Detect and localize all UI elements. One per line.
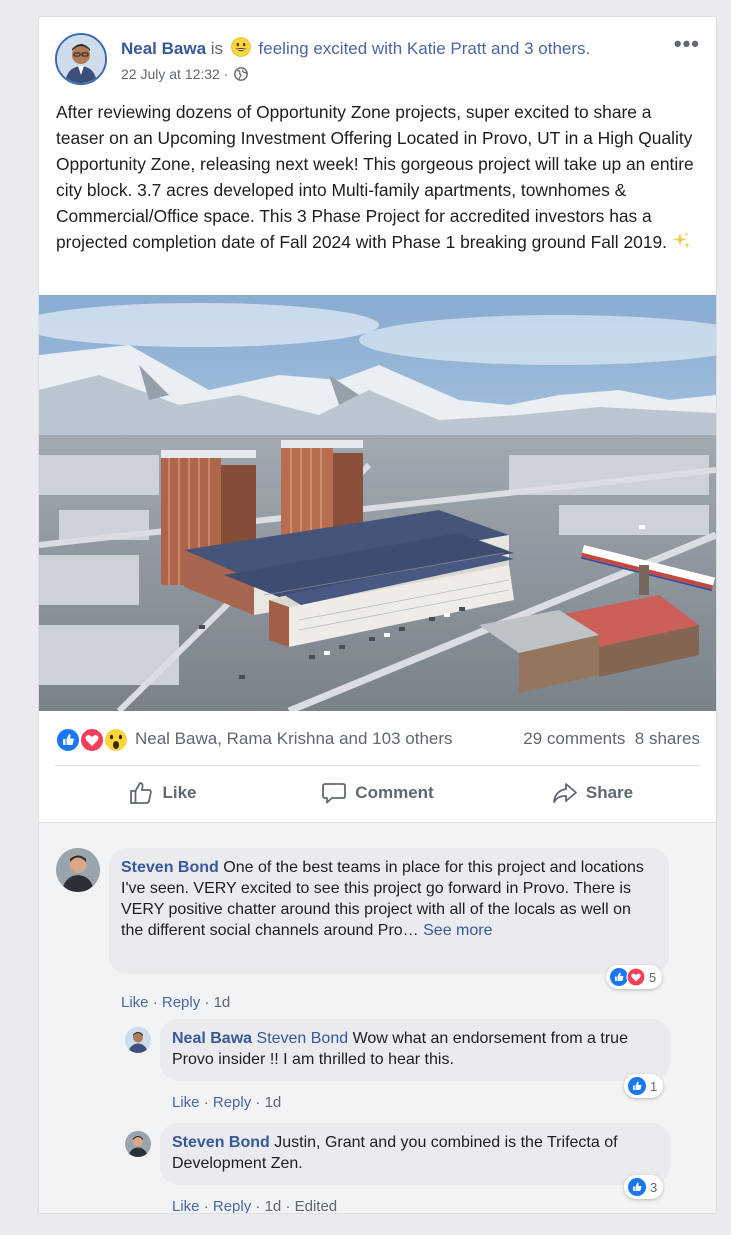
feeling-text: feeling excited with xyxy=(258,39,403,58)
post-timestamp[interactable]: 22 July at 12:32 xyxy=(121,66,220,82)
reply-reaction-count: 1 xyxy=(650,1078,658,1094)
engagement-counts: 29 comments 8 shares xyxy=(523,728,700,750)
like-reaction-icon xyxy=(628,1178,646,1196)
summary-divider xyxy=(55,765,700,766)
meta-separator: · xyxy=(285,1198,291,1214)
person-avatar-icon xyxy=(56,848,100,892)
comment-reply-link[interactable]: Reply xyxy=(162,994,200,1011)
post-photo[interactable] xyxy=(39,295,716,711)
author-name[interactable]: Neal Bawa xyxy=(121,39,206,58)
meta-separator: · xyxy=(255,1198,261,1214)
reply-reactions[interactable]: 3 xyxy=(624,1175,664,1199)
reply-age[interactable]: 1d xyxy=(265,1094,282,1111)
sparkles-icon xyxy=(672,232,691,249)
shares-count[interactable]: 8 shares xyxy=(635,729,700,748)
post-body: After reviewing dozens of Opportunity Zo… xyxy=(56,99,696,255)
reply-reactions[interactable]: 1 xyxy=(624,1074,664,1098)
wow-reaction-icon xyxy=(103,727,129,753)
reply-reply-link[interactable]: Reply xyxy=(213,1198,251,1213)
post-meta: 22 July at 12:32 · xyxy=(121,65,249,83)
like-reaction-icon xyxy=(55,727,81,753)
more-options-button[interactable]: ••• xyxy=(674,33,700,55)
reaction-icons[interactable] xyxy=(55,727,135,753)
comments-count[interactable]: 29 comments xyxy=(523,729,625,748)
meta-separator: · xyxy=(204,994,210,1011)
thumbs-up-icon xyxy=(130,782,153,804)
meta-separator: · xyxy=(152,994,158,1011)
comments-section: Steven Bond One of the best teams in pla… xyxy=(39,823,716,1213)
comment-bubble: Steven Bond One of the best teams in pla… xyxy=(109,848,669,974)
reply-reaction-count: 3 xyxy=(650,1179,658,1195)
speech-bubble-icon xyxy=(322,783,347,804)
like-button[interactable]: Like xyxy=(55,772,270,814)
reply-edited-label[interactable]: Edited xyxy=(295,1198,338,1213)
person-avatar-icon xyxy=(125,1131,151,1157)
comment-reaction-count: 5 xyxy=(649,969,657,985)
comment-button[interactable]: Comment xyxy=(270,772,485,814)
reply-meta: Like · Reply · 1d · Edited xyxy=(172,1198,338,1214)
tagged-others-link[interactable]: 3 others. xyxy=(524,39,590,58)
reply-like-link[interactable]: Like xyxy=(172,1198,200,1213)
meta-separator: · xyxy=(255,1094,261,1111)
post-actions: Like Comment Share xyxy=(55,772,700,814)
post-body-text: After reviewing dozens of Opportunity Zo… xyxy=(56,102,694,252)
share-label: Share xyxy=(585,783,634,802)
reply-author[interactable]: Neal Bawa xyxy=(172,1030,252,1047)
meta-separator: · xyxy=(203,1094,209,1111)
comment-label: Comment xyxy=(355,783,434,802)
reply-bubble: Neal Bawa Steven Bond Wow what an endors… xyxy=(160,1019,670,1081)
like-reaction-icon xyxy=(628,1077,646,1095)
reply-like-link[interactable]: Like xyxy=(172,1094,200,1111)
comment-meta: Like · Reply · 1d xyxy=(121,994,230,1012)
author-line: Neal Bawa is feeling excited with Katie … xyxy=(121,37,590,60)
meta-separator: · xyxy=(203,1198,209,1214)
reply-meta: Like · Reply · 1d xyxy=(172,1094,281,1112)
comment-age[interactable]: 1d xyxy=(214,994,231,1011)
comment-reactions[interactable]: 5 xyxy=(606,965,663,989)
commenter-avatar[interactable] xyxy=(125,1027,151,1053)
reply-reply-link[interactable]: Reply xyxy=(213,1094,251,1111)
share-arrow-icon xyxy=(552,783,577,803)
love-reaction-icon xyxy=(626,967,646,987)
like-label: Like xyxy=(162,783,197,802)
person-avatar-icon xyxy=(125,1027,151,1053)
share-button[interactable]: Share xyxy=(485,772,700,814)
globe-icon xyxy=(234,67,249,81)
commenter-avatar[interactable] xyxy=(56,848,100,892)
reaction-summary: Neal Bawa, Rama Krishna and 103 others 2… xyxy=(55,725,700,753)
comment-author[interactable]: Steven Bond xyxy=(121,859,219,876)
see-more-link[interactable]: See more xyxy=(423,922,492,939)
commenter-avatar[interactable] xyxy=(125,1131,151,1157)
is-text: is xyxy=(210,39,224,58)
tagged-and-text: and xyxy=(491,39,520,58)
tagged-person-link[interactable]: Katie Pratt xyxy=(407,39,486,58)
reply-author[interactable]: Steven Bond xyxy=(172,1134,270,1151)
author-avatar[interactable] xyxy=(55,33,107,85)
reply-item: Neal Bawa Steven Bond Wow what an endors… xyxy=(39,1019,716,1114)
reaction-names[interactable]: Neal Bawa, Rama Krishna and 103 others xyxy=(135,728,453,750)
comment-like-link[interactable]: Like xyxy=(121,994,149,1011)
reply-tag[interactable]: Steven Bond xyxy=(257,1030,349,1047)
comment-item: Steven Bond One of the best teams in pla… xyxy=(39,823,716,1011)
post-card: Neal Bawa is feeling excited with Katie … xyxy=(38,16,717,1214)
person-avatar-icon xyxy=(57,35,105,83)
reply-age[interactable]: 1d xyxy=(265,1198,282,1213)
reply-item: Steven Bond Justin, Grant and you combin… xyxy=(39,1123,716,1214)
love-reaction-icon xyxy=(79,727,105,753)
post-header: Neal Bawa is feeling excited with Katie … xyxy=(55,33,700,89)
meta-separator: · xyxy=(223,66,229,82)
reply-bubble: Steven Bond Justin, Grant and you combin… xyxy=(160,1123,670,1185)
excited-emoji-icon xyxy=(230,37,251,57)
